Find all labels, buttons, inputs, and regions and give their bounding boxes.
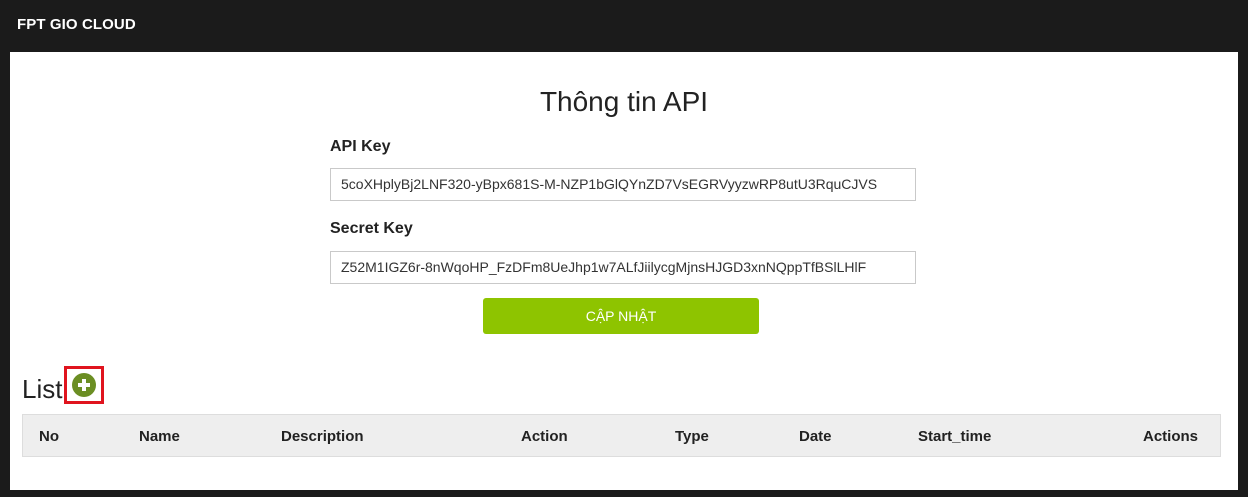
column-header-type[interactable]: Type bbox=[675, 428, 709, 445]
column-header-description[interactable]: Description bbox=[281, 428, 364, 445]
api-key-field[interactable]: 5coXHplyBj2LNF320-yBpx681S-M-NZP1bGlQYnZ… bbox=[330, 168, 916, 201]
column-header-no[interactable]: No bbox=[39, 428, 59, 445]
update-button[interactable]: CẬP NHẬT bbox=[483, 298, 759, 334]
list-table-header: No Name Description Action Type Date Sta… bbox=[22, 414, 1221, 457]
top-navbar: FPT GIO CLOUD bbox=[0, 0, 1248, 52]
column-header-name[interactable]: Name bbox=[139, 428, 180, 445]
secret-key-field[interactable]: Z52M1IGZ6r-8nWqoHP_FzDFm8UeJhp1w7ALfJiil… bbox=[330, 251, 916, 284]
secret-key-label: Secret Key bbox=[330, 220, 413, 237]
column-header-actions[interactable]: Actions bbox=[1143, 428, 1198, 445]
column-header-action[interactable]: Action bbox=[521, 428, 568, 445]
column-header-start-time[interactable]: Start_time bbox=[918, 428, 991, 445]
add-item-button[interactable] bbox=[64, 366, 104, 404]
plus-glyph-icon bbox=[78, 379, 90, 391]
window-frame-right bbox=[1238, 0, 1248, 497]
api-info-title: Thông tin API bbox=[539, 86, 709, 117]
plus-circle-icon[interactable] bbox=[72, 373, 96, 397]
column-header-date[interactable]: Date bbox=[799, 428, 832, 445]
list-title: List bbox=[22, 374, 63, 404]
api-key-label: API Key bbox=[330, 138, 391, 155]
window-frame-left bbox=[0, 0, 10, 497]
brand-logo-text[interactable]: FPT GIO CLOUD bbox=[17, 16, 136, 33]
window-frame-bottom bbox=[0, 490, 1248, 497]
